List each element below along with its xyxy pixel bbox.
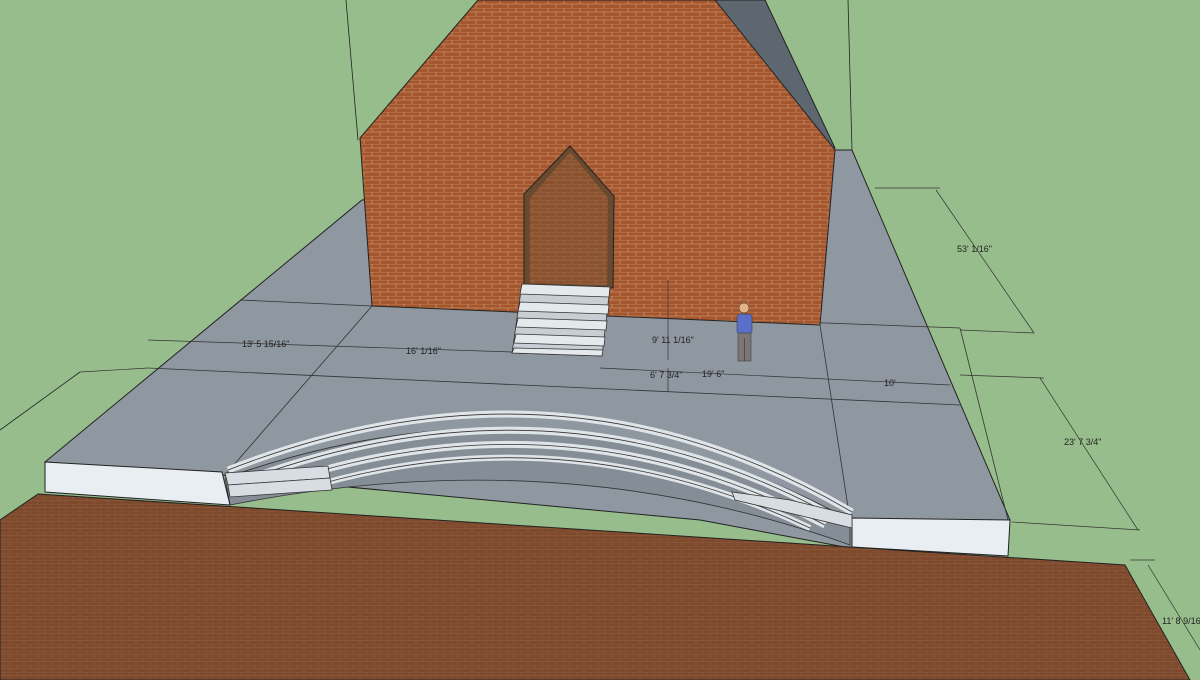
entry-stairs bbox=[511, 283, 611, 357]
dim-center-slab: 16' 1/16" bbox=[406, 346, 441, 356]
brick-path bbox=[0, 493, 1191, 680]
dim-path-width: 11' 8 9/16" bbox=[1162, 616, 1200, 626]
dim-left-slab: 13' 5 15/16" bbox=[242, 339, 289, 349]
sketchup-viewport[interactable]: 53' 1/16" 13' 5 15/16" 16' 1/16" 9' 11 1… bbox=[0, 0, 1200, 680]
dim-stair-height: 9' 11 1/16" bbox=[652, 335, 694, 345]
dim-right-slab: 10' bbox=[884, 378, 896, 388]
dim-plaza-depth: 23' 7 3/4" bbox=[1064, 437, 1101, 447]
dim-step-offset: 6' 7 3/4" bbox=[650, 370, 682, 380]
dim-right-center: 19' 6" bbox=[702, 369, 724, 379]
dim-church-depth: 53' 1/16" bbox=[957, 244, 992, 254]
